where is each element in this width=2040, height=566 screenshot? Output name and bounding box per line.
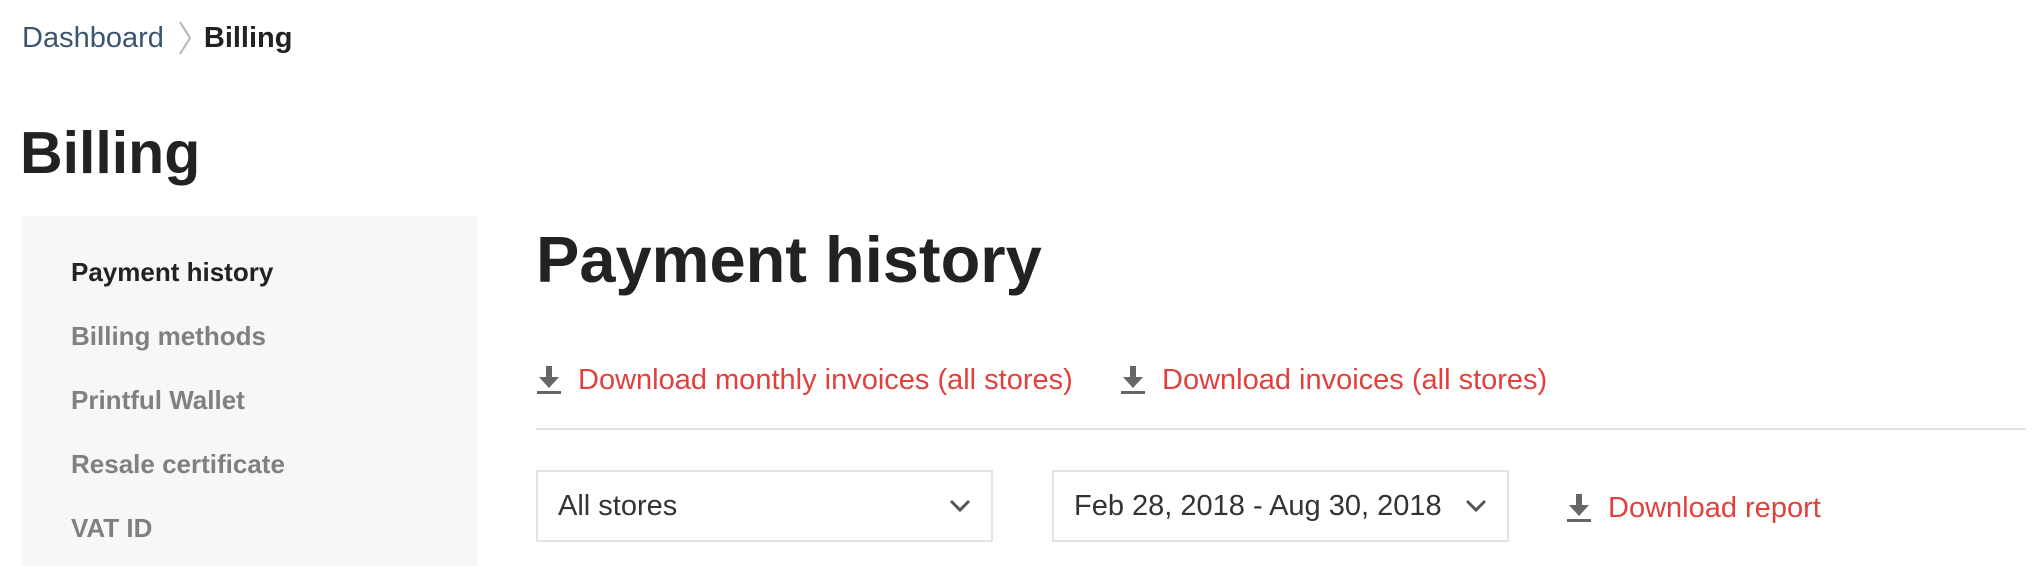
- download-monthly-invoices-label: Download monthly invoices (all stores): [578, 363, 1073, 396]
- sidebar-item-printful-wallet[interactable]: Printful Wallet: [71, 382, 245, 418]
- download-monthly-invoices-link[interactable]: Download monthly invoices (all stores): [536, 360, 1073, 400]
- chevron-down-icon: [1465, 499, 1487, 513]
- page-title: Billing: [20, 120, 201, 186]
- download-icon: [536, 365, 562, 395]
- store-select[interactable]: All stores: [536, 470, 993, 542]
- sidebar-item-vat-id[interactable]: VAT ID: [71, 510, 152, 546]
- download-icon: [1566, 493, 1592, 523]
- date-range-value: Feb 28, 2018 - Aug 30, 2018: [1074, 489, 1442, 522]
- date-range-select[interactable]: Feb 28, 2018 - Aug 30, 2018: [1052, 470, 1509, 542]
- download-icon: [1120, 365, 1146, 395]
- download-invoices-label: Download invoices (all stores): [1162, 363, 1548, 396]
- download-report-label: Download report: [1608, 491, 1821, 524]
- sidebar-item-resale-certificate[interactable]: Resale certificate: [71, 446, 285, 482]
- breadcrumb-dashboard-link[interactable]: Dashboard: [22, 22, 164, 55]
- store-select-value: All stores: [558, 489, 678, 522]
- breadcrumb: Dashboard Billing: [22, 18, 292, 58]
- chevron-down-icon: [949, 499, 971, 513]
- sidebar: Payment history Billing methods Printful…: [22, 216, 477, 566]
- download-invoices-link[interactable]: Download invoices (all stores): [1120, 360, 1547, 400]
- chevron-right-icon: [178, 20, 192, 56]
- section-title: Payment history: [536, 223, 1042, 296]
- sidebar-item-billing-methods[interactable]: Billing methods: [71, 318, 266, 354]
- sidebar-item-payment-history[interactable]: Payment history: [71, 254, 273, 290]
- divider: [536, 428, 2026, 430]
- breadcrumb-current: Billing: [203, 21, 293, 54]
- download-report-link[interactable]: Download report: [1566, 488, 1821, 528]
